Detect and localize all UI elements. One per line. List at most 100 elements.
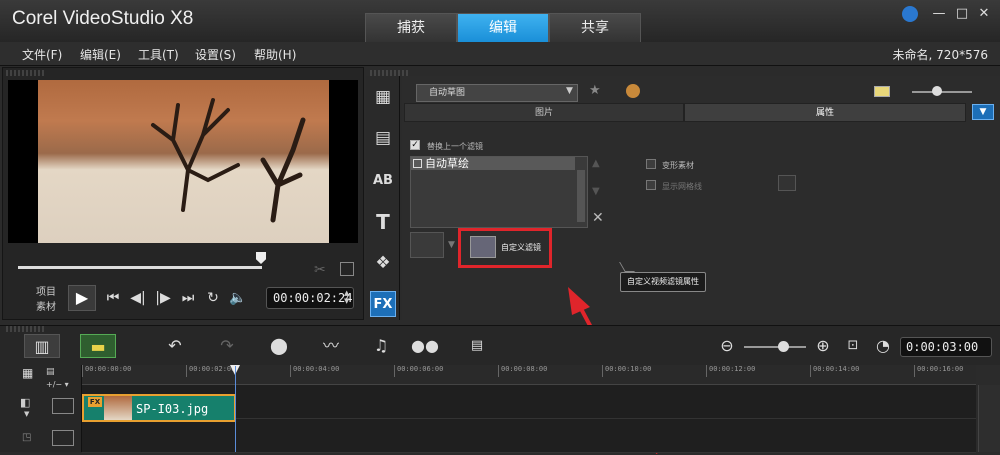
ruler-tick: 00:00:00:00 (82, 365, 131, 377)
overlay-visibility-icon[interactable]: ◳ (22, 432, 31, 443)
video-track-icon[interactable] (52, 398, 74, 414)
clip-mode-label[interactable]: 素材 (36, 298, 56, 313)
library-toolbar (366, 76, 400, 320)
replace-last-filter-label: 替换上一个滤镜 (427, 142, 483, 151)
filter-eye-icon[interactable] (413, 159, 422, 168)
preset-chevron-icon[interactable]: ▼ (448, 240, 455, 250)
timecode-stepper[interactable]: ▲ ▼ (344, 289, 349, 305)
distort-clip-label: 变形素材 (662, 161, 694, 170)
show-grid-checkbox[interactable] (646, 180, 656, 190)
track-manager-icon[interactable]: ▦ (22, 366, 33, 380)
timeline-grip[interactable] (6, 326, 46, 332)
replace-last-filter-checkbox[interactable]: ✓ (410, 140, 420, 150)
next-frame-icon[interactable]: |▶ (152, 289, 174, 307)
star-icon[interactable]: ★ (589, 83, 601, 98)
track-visibility-icon[interactable]: ◧ (20, 396, 30, 409)
auto-music-icon[interactable]: ♫ (366, 334, 396, 358)
custom-filter-label[interactable]: 自定义滤镜 (501, 242, 541, 253)
project-mode-label[interactable]: 项目 (36, 283, 56, 298)
overlay-track-icon[interactable] (52, 430, 74, 446)
ruler-tick: 00:00:14:00 (810, 365, 859, 377)
grid-options-icon[interactable] (778, 175, 796, 191)
preset-dropdown[interactable]: 自动草图 (416, 84, 578, 102)
scissors-icon[interactable]: ✂ (314, 262, 326, 278)
redo-icon[interactable]: ↷ (212, 334, 242, 358)
add-remove-icon[interactable]: +/− ▾ (46, 380, 69, 389)
home-icon[interactable]: ⏮ (102, 289, 124, 307)
ruler-tick: 00:00:08:00 (498, 365, 547, 377)
audio-mixer-icon[interactable]: 〰 (316, 334, 346, 358)
project-info: 未命名, 720*576 (892, 48, 988, 62)
player-timecode[interactable]: 00:00:02:24 (266, 287, 354, 309)
panel-grip[interactable] (6, 70, 46, 76)
previous-frame-icon[interactable]: ◀| (127, 289, 149, 307)
filter-list-scrollbar[interactable] (577, 170, 585, 222)
minimize-icon[interactable]: — (930, 6, 948, 22)
menu-file[interactable]: 文件(F) (22, 46, 62, 63)
help-globe-icon[interactable] (902, 6, 918, 22)
undo-icon[interactable]: ↶ (160, 334, 190, 358)
title-icon[interactable]: T (370, 209, 396, 235)
end-icon[interactable]: ⏭ (177, 289, 199, 307)
timeline-timecode[interactable]: 0:00:03:00 (900, 337, 992, 357)
move-down-icon[interactable]: ▼ (592, 186, 600, 197)
graphic-icon[interactable]: ❖ (370, 250, 396, 276)
preview-image (38, 80, 329, 243)
instant-project-icon[interactable]: ▤ (370, 125, 396, 151)
zoom-slider-knob[interactable] (932, 86, 942, 96)
app-title: Corel VideoStudio X8 (12, 8, 194, 29)
chapter-icon[interactable]: ▤ (46, 367, 55, 377)
menu-edit[interactable]: 编辑(E) (80, 46, 121, 63)
media-icon[interactable]: ▦ (370, 84, 396, 110)
menu-tools[interactable]: 工具(T) (138, 46, 179, 63)
repeat-icon[interactable]: ↻ (202, 289, 224, 307)
tab-edit[interactable]: 编辑 (457, 13, 549, 42)
maximize-icon[interactable]: □ (953, 6, 971, 22)
preset-icon[interactable] (626, 84, 640, 98)
motion-tracking-icon[interactable]: ●● (410, 334, 440, 358)
timeline-zoom-slider[interactable] (744, 346, 806, 348)
overlay-track[interactable] (82, 419, 976, 453)
preset-thumbnail[interactable] (410, 232, 444, 258)
timeline-view-icon[interactable]: ▬ (80, 334, 116, 358)
filter-item[interactable]: 自动草绘 (411, 157, 575, 170)
project-duration-icon[interactable]: ◔ (868, 334, 898, 358)
fx-filter-icon[interactable]: FX (370, 291, 396, 317)
remove-filter-icon[interactable]: ✕ (592, 210, 604, 226)
move-up-icon[interactable]: ▲ (592, 158, 600, 169)
clip-thumbnail (104, 396, 132, 420)
record-capture-icon[interactable]: ⬤ (264, 334, 294, 358)
fit-project-icon[interactable]: ⊡ (838, 334, 868, 358)
play-button[interactable]: ▶ (68, 285, 96, 311)
menu-settings[interactable]: 设置(S) (195, 46, 236, 63)
filter-item-label: 自动草绘 (425, 157, 469, 170)
tab-share[interactable]: 共享 (549, 13, 641, 42)
ruler-tick: 00:00:02:00 (186, 365, 235, 377)
zoom-slider[interactable] (912, 91, 972, 93)
resize-icon[interactable] (340, 262, 354, 276)
expand-options-icon[interactable]: ▼ (972, 104, 994, 120)
storyboard-view-icon[interactable]: ▥ (24, 334, 60, 358)
zoom-in-icon[interactable]: ⊕ (808, 334, 838, 358)
distort-clip-checkbox[interactable] (646, 159, 656, 169)
track-expand-icon[interactable]: ▼ (24, 410, 29, 418)
ruler-tick: 00:00:12:00 (706, 365, 755, 377)
volume-icon[interactable]: 🔈 (227, 289, 249, 307)
subtitle-editor-icon[interactable]: ▤ (462, 334, 492, 358)
thumbnail-size-icon[interactable] (874, 86, 890, 97)
tab-capture[interactable]: 捕获 (365, 13, 457, 42)
zoom-out-icon[interactable]: ⊖ (712, 334, 742, 358)
close-icon[interactable]: ✕ (975, 6, 993, 22)
menu-help[interactable]: 帮助(H) (254, 46, 296, 63)
clip-name: SP-I03.jpg (136, 402, 209, 416)
custom-filter-button[interactable] (470, 236, 496, 258)
tab-photo[interactable]: 图片 (404, 103, 684, 122)
ruler-tick: 00:00:04:00 (290, 365, 339, 377)
timeline-zoom-knob[interactable] (778, 341, 789, 352)
timeline-scrollbar[interactable] (978, 385, 1000, 452)
chevron-down-icon[interactable]: ▼ (566, 86, 573, 96)
scrub-bar[interactable] (18, 266, 262, 269)
transition-icon[interactable]: AB (370, 168, 396, 194)
timeline-ruler[interactable]: 00:00:00:00 00:00:02:00 00:00:04:00 00:0… (82, 365, 976, 385)
tab-attributes[interactable]: 属性 (684, 103, 966, 122)
